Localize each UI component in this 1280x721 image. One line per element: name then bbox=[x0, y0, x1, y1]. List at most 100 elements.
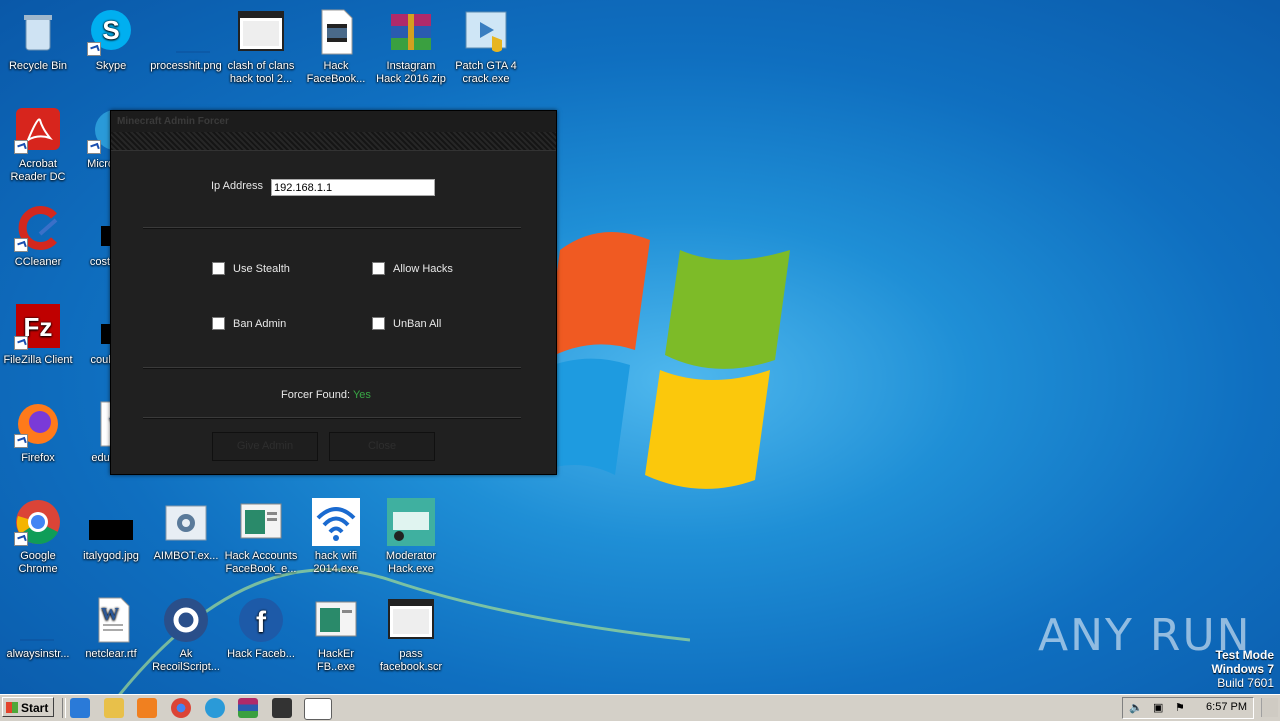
divider bbox=[143, 417, 521, 419]
clock[interactable]: 6:57 PM bbox=[1206, 701, 1247, 713]
filezilla-icon: Fz bbox=[14, 302, 62, 350]
installer-icon bbox=[462, 8, 510, 56]
windows-logo bbox=[540, 232, 790, 489]
divider bbox=[143, 227, 521, 229]
checkbox-label: Use Stealth bbox=[233, 262, 290, 275]
exe-window-icon bbox=[312, 596, 360, 644]
desktop-icon-hack-faceb[interactable]: f Hack Faceb... bbox=[223, 596, 299, 661]
admin-forcer-dialog: Minecraft Admin Forcer Ip Address Use St… bbox=[110, 110, 557, 475]
desktop-icon-hack-wifi[interactable]: hack wifi 2014.exe bbox=[298, 498, 374, 576]
acrobat-icon bbox=[14, 106, 62, 154]
winrar-taskbar-icon[interactable] bbox=[238, 698, 258, 718]
archive-icon bbox=[387, 8, 435, 56]
desktop-icon-chrome[interactable]: Google Chrome bbox=[0, 498, 76, 576]
desktop-icon-hack-facebook[interactable]: Hack FaceBook... bbox=[298, 8, 374, 86]
checkbox-box[interactable] bbox=[212, 262, 225, 275]
window-app-icon bbox=[387, 596, 435, 644]
system-tray: 🔈 ▣ ⚑ 6:57 PM bbox=[1122, 697, 1254, 719]
wifi-icon bbox=[312, 498, 360, 546]
exe-window-icon bbox=[237, 498, 285, 546]
icon-label: italygod.jpg bbox=[83, 550, 139, 562]
ip-address-input[interactable] bbox=[271, 179, 435, 196]
icon-label: Recycle Bin bbox=[8, 60, 68, 72]
desktop-icon-recycle-bin[interactable]: Recycle Bin bbox=[0, 8, 76, 73]
use-stealth-checkbox[interactable]: Use Stealth bbox=[212, 262, 290, 275]
checkbox-box[interactable] bbox=[372, 262, 385, 275]
divider bbox=[143, 367, 521, 369]
ccleaner-icon bbox=[14, 204, 62, 252]
desktop-icon-acrobat[interactable]: Acrobat Reader DC bbox=[0, 106, 76, 184]
icon-label: hack wifi 2014.exe bbox=[313, 550, 359, 575]
checkbox-box[interactable] bbox=[372, 317, 385, 330]
os-name-line: Windows 7 bbox=[1211, 662, 1274, 676]
pirate-app-icon[interactable] bbox=[272, 698, 292, 718]
svg-text:f: f bbox=[256, 606, 267, 639]
svg-text:W: W bbox=[101, 604, 119, 624]
image-file-icon bbox=[87, 498, 135, 546]
chrome-taskbar-icon[interactable] bbox=[171, 698, 191, 718]
icon-label: Hack Accounts FaceBook_e... bbox=[224, 550, 298, 575]
desktop-icon-hack-accounts[interactable]: Hack Accounts FaceBook_e... bbox=[223, 498, 299, 576]
allow-hacks-checkbox[interactable]: Allow Hacks bbox=[372, 262, 453, 275]
show-desktop-button[interactable] bbox=[1261, 698, 1278, 717]
image-file-icon bbox=[162, 8, 210, 56]
icon-label: Acrobat Reader DC bbox=[10, 158, 66, 183]
desktop-icon-pass-facebook[interactable]: pass facebook.scr bbox=[373, 596, 449, 674]
desktop-icon-hacker-fb[interactable]: HackEr FB..exe bbox=[298, 596, 374, 674]
build-line: Build 7601 bbox=[1217, 676, 1274, 690]
icon-label: Instagram Hack 2016.zip bbox=[376, 60, 446, 85]
desktop-icon-clash-hack[interactable]: clash of clans hack tool 2... bbox=[223, 8, 299, 86]
close-button[interactable]: Close bbox=[329, 432, 435, 461]
firefox-icon bbox=[14, 400, 62, 448]
start-button[interactable]: Start bbox=[2, 697, 54, 717]
desktop-icon-filezilla[interactable]: Fz FileZilla Client bbox=[0, 302, 76, 367]
active-window-task[interactable] bbox=[304, 698, 332, 720]
ip-address-label: Ip Address bbox=[211, 180, 263, 192]
forcer-found-label: Forcer Found: bbox=[281, 389, 351, 401]
desktop-icon-firefox[interactable]: Firefox bbox=[0, 400, 76, 465]
window-app-icon bbox=[237, 8, 285, 56]
desktop-icon-alwaysinstr[interactable]: alwaysinstr... bbox=[0, 596, 76, 661]
exe-gear-icon bbox=[162, 498, 210, 546]
ban-admin-checkbox[interactable]: Ban Admin bbox=[212, 317, 286, 330]
dialog-title[interactable]: Minecraft Admin Forcer bbox=[111, 111, 556, 132]
desktop-icon-italygod[interactable]: italygod.jpg bbox=[73, 498, 149, 563]
icon-label: HackEr FB..exe bbox=[317, 648, 355, 673]
network-icon[interactable]: ▣ bbox=[1153, 701, 1163, 714]
checkbox-label: UnBan All bbox=[393, 317, 442, 330]
media-player-icon[interactable] bbox=[137, 698, 157, 718]
icon-label: Ak RecoilScript... bbox=[152, 648, 220, 673]
icon-label: pass facebook.scr bbox=[379, 648, 443, 673]
icon-label: CCleaner bbox=[14, 256, 62, 268]
video-file-icon bbox=[312, 8, 360, 56]
title-stripe bbox=[111, 132, 556, 151]
volume-icon[interactable]: 🔈 bbox=[1129, 701, 1143, 714]
edge-taskbar-icon[interactable] bbox=[205, 698, 225, 718]
give-admin-button[interactable]: Give Admin bbox=[212, 432, 318, 461]
icon-label: AIMBOT.ex... bbox=[153, 550, 219, 562]
desktop-icon-skype[interactable]: S Skype bbox=[73, 8, 149, 73]
test-mode-line: Test Mode bbox=[1215, 648, 1274, 662]
desktop-icon-moderator-hack[interactable]: Moderator Hack.exe bbox=[373, 498, 449, 576]
desktop-icon-ccleaner[interactable]: CCleaner bbox=[0, 204, 76, 269]
desktop-icon-recoil-script[interactable]: Ak RecoilScript... bbox=[148, 596, 224, 674]
desktop-icon-netclear[interactable]: W netclear.rtf bbox=[73, 596, 149, 661]
checkbox-label: Ban Admin bbox=[233, 317, 287, 330]
ie-icon[interactable] bbox=[70, 698, 90, 718]
test-mode-notice: Test Mode Windows 7 Build 7601 bbox=[1211, 648, 1274, 690]
moderator-exe-icon bbox=[387, 498, 435, 546]
icon-label: alwaysinstr... bbox=[6, 648, 70, 660]
desktop-icon-aimbot[interactable]: AIMBOT.ex... bbox=[148, 498, 224, 563]
checkbox-box[interactable] bbox=[212, 317, 225, 330]
desktop-icon-processhit[interactable]: processhit.png bbox=[148, 8, 224, 73]
desktop-icon-instagram-zip[interactable]: Instagram Hack 2016.zip bbox=[373, 8, 449, 86]
desktop-icon-patch-gta[interactable]: Patch GTA 4 crack.exe bbox=[448, 8, 524, 86]
unban-all-checkbox[interactable]: UnBan All bbox=[372, 317, 441, 330]
icon-label: Firefox bbox=[21, 452, 55, 464]
file-icon bbox=[14, 596, 62, 644]
icon-label: netclear.rtf bbox=[85, 648, 137, 660]
action-center-flag-icon[interactable]: ⚑ bbox=[1175, 701, 1185, 714]
explorer-icon[interactable] bbox=[104, 698, 124, 718]
icon-label: processhit.png bbox=[150, 60, 222, 72]
taskbar: Start 🔈 ▣ ⚑ 6:57 PM bbox=[0, 694, 1280, 721]
